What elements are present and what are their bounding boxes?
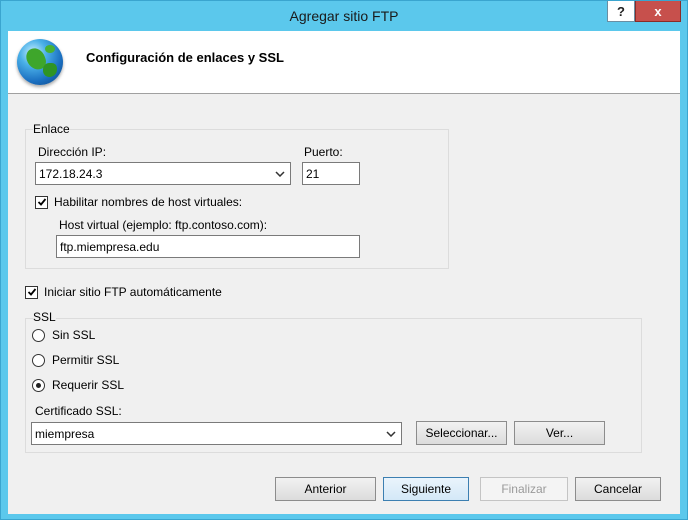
checkbox-checked-icon (25, 285, 38, 299)
cancel-button[interactable]: Cancelar (575, 477, 661, 501)
radio-no-ssl[interactable]: Sin SSL (32, 328, 95, 342)
radio-no-ssl-label: Sin SSL (52, 328, 96, 342)
radio-selected-icon (32, 378, 45, 392)
help-button[interactable]: ? (607, 1, 635, 22)
radio-require-ssl-label: Requerir SSL (52, 378, 125, 392)
virtual-host-field[interactable] (56, 235, 360, 258)
port-label: Puerto: (304, 145, 343, 159)
ssl-group-label: SSL (33, 310, 56, 324)
help-icon: ? (617, 3, 625, 19)
radio-unselected-icon (32, 328, 45, 342)
checkbox-checked-icon (35, 195, 48, 209)
close-button[interactable]: x (635, 1, 681, 22)
ssl-cert-combo[interactable]: miempresa (31, 422, 402, 445)
title-bar[interactable]: Agregar sitio FTP ? x (1, 1, 687, 31)
window-title: Agregar sitio FTP (289, 8, 399, 24)
view-cert-button[interactable]: Ver... (514, 421, 605, 445)
autostart-checkbox[interactable]: Iniciar sitio FTP automáticamente (25, 285, 222, 299)
back-button[interactable]: Anterior (275, 477, 376, 501)
chevron-down-icon[interactable] (272, 165, 288, 182)
dialog-window: Agregar sitio FTP ? x Configuración de e… (0, 0, 688, 520)
radio-allow-ssl[interactable]: Permitir SSL (32, 353, 119, 367)
finish-button[interactable]: Finalizar (480, 477, 568, 501)
ssl-cert-label: Certificado SSL: (35, 404, 122, 418)
virtual-host-checkbox-label: Habilitar nombres de host virtuales: (54, 195, 243, 209)
binding-group-label: Enlace (33, 122, 70, 136)
dialog-client-area: Configuración de enlaces y SSL Enlace Di… (8, 31, 680, 514)
ip-address-value: 172.18.24.3 (39, 167, 103, 181)
globe-icon (17, 39, 63, 85)
ssl-cert-value: miempresa (35, 427, 95, 441)
close-icon: x (654, 3, 662, 19)
radio-unselected-icon (32, 353, 45, 367)
autostart-label: Iniciar sitio FTP automáticamente (44, 285, 222, 299)
port-field[interactable] (302, 162, 360, 185)
next-button[interactable]: Siguiente (383, 477, 469, 501)
chevron-down-icon[interactable] (383, 425, 399, 442)
radio-allow-ssl-label: Permitir SSL (52, 353, 120, 367)
radio-require-ssl[interactable]: Requerir SSL (32, 378, 124, 392)
ip-address-combo[interactable]: 172.18.24.3 (35, 162, 291, 185)
ip-address-label: Dirección IP: (38, 145, 107, 159)
select-cert-button[interactable]: Seleccionar... (416, 421, 507, 445)
virtual-host-checkbox[interactable]: Habilitar nombres de host virtuales: (35, 195, 242, 209)
virtual-host-label: Host virtual (ejemplo: ftp.contoso.com): (59, 218, 268, 232)
page-title: Configuración de enlaces y SSL (86, 50, 284, 65)
wizard-header: Configuración de enlaces y SSL (8, 31, 680, 94)
